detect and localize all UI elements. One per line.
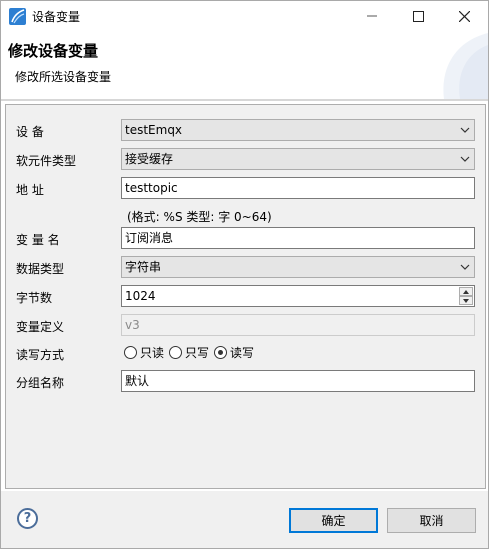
banner-divider bbox=[1, 99, 488, 101]
radio-write-only[interactable]: 只写 bbox=[169, 344, 209, 361]
page-title: 修改设备变量 bbox=[8, 42, 99, 60]
soft-type-value: 接受缓存 bbox=[125, 152, 174, 166]
chevron-down-icon bbox=[460, 156, 470, 162]
window-title: 设备变量 bbox=[32, 10, 81, 24]
address-input[interactable]: testtopic bbox=[121, 177, 475, 199]
radio-write-only-label: 只写 bbox=[185, 345, 210, 360]
soft-type-label: 软元件类型 bbox=[16, 154, 77, 168]
data-type-value: 字符串 bbox=[125, 260, 162, 274]
maximize-button[interactable] bbox=[395, 1, 441, 31]
var-name-value: 订阅消息 bbox=[125, 231, 174, 245]
data-type-label: 数据类型 bbox=[16, 262, 65, 276]
var-def-input: v3 bbox=[121, 314, 475, 336]
spinner-buttons bbox=[459, 287, 473, 305]
var-def-value: v3 bbox=[125, 318, 140, 332]
rw-mode-radio-group: 只读 只写 读写 bbox=[124, 344, 259, 360]
radio-read-write-label: 读写 bbox=[230, 345, 255, 360]
help-icon[interactable]: ? bbox=[17, 508, 38, 529]
decrement-button[interactable] bbox=[459, 296, 473, 305]
radio-read-write[interactable]: 读写 bbox=[214, 344, 254, 361]
device-value: testEmqx bbox=[125, 123, 183, 137]
radio-selected-icon bbox=[214, 345, 228, 359]
soft-type-select[interactable]: 接受缓存 bbox=[121, 148, 475, 170]
page-subtitle: 修改所选设备变量 bbox=[15, 70, 112, 84]
form-panel: 设 备 testEmqx 软元件类型 接受缓存 地 址 testtopic (格… bbox=[5, 104, 486, 489]
byte-count-stepper[interactable]: 1024 bbox=[121, 285, 475, 307]
rw-mode-label: 读写方式 bbox=[16, 348, 65, 362]
byte-count-label: 字节数 bbox=[16, 291, 53, 305]
radio-read-only[interactable]: 只读 bbox=[124, 344, 164, 361]
arrow-down-icon bbox=[463, 298, 469, 303]
var-name-label: 变 量 名 bbox=[16, 233, 60, 247]
title-bar: 设备变量 bbox=[1, 1, 488, 31]
banner-decoration-icon bbox=[443, 33, 488, 99]
chevron-down-icon bbox=[460, 127, 470, 133]
chevron-down-icon bbox=[460, 264, 470, 270]
group-label: 分组名称 bbox=[16, 376, 65, 390]
byte-count-value: 1024 bbox=[125, 289, 156, 303]
ok-button[interactable]: 确定 bbox=[289, 508, 378, 533]
dialog-window: 设备变量 修改设备变量 修改所选设备变量 设 备 testEmqx 软元件类型 … bbox=[0, 0, 489, 549]
minimize-button[interactable] bbox=[349, 1, 395, 31]
device-label: 设 备 bbox=[16, 125, 44, 139]
radio-circle-icon bbox=[169, 345, 183, 359]
increment-button[interactable] bbox=[459, 287, 473, 296]
data-type-select[interactable]: 字符串 bbox=[121, 256, 475, 278]
arrow-up-icon bbox=[463, 289, 469, 294]
radio-read-only-label: 只读 bbox=[140, 345, 165, 360]
cancel-button[interactable]: 取消 bbox=[387, 508, 476, 533]
address-label: 地 址 bbox=[16, 183, 44, 197]
group-input[interactable]: 默认 bbox=[121, 370, 475, 392]
header-banner: 修改设备变量 修改所选设备变量 bbox=[1, 31, 488, 99]
dialog-footer: ? 确定 取消 bbox=[1, 491, 488, 548]
radio-circle-icon bbox=[124, 345, 137, 359]
device-select[interactable]: testEmqx bbox=[121, 119, 475, 141]
var-name-input[interactable]: 订阅消息 bbox=[121, 227, 475, 249]
group-value: 默认 bbox=[125, 374, 150, 388]
var-def-label: 变量定义 bbox=[16, 320, 65, 334]
app-icon bbox=[9, 8, 26, 25]
address-value: testtopic bbox=[125, 181, 178, 195]
address-format-hint: (格式: %S 类型: 字 0~64) bbox=[127, 210, 272, 224]
close-button[interactable] bbox=[441, 1, 487, 31]
